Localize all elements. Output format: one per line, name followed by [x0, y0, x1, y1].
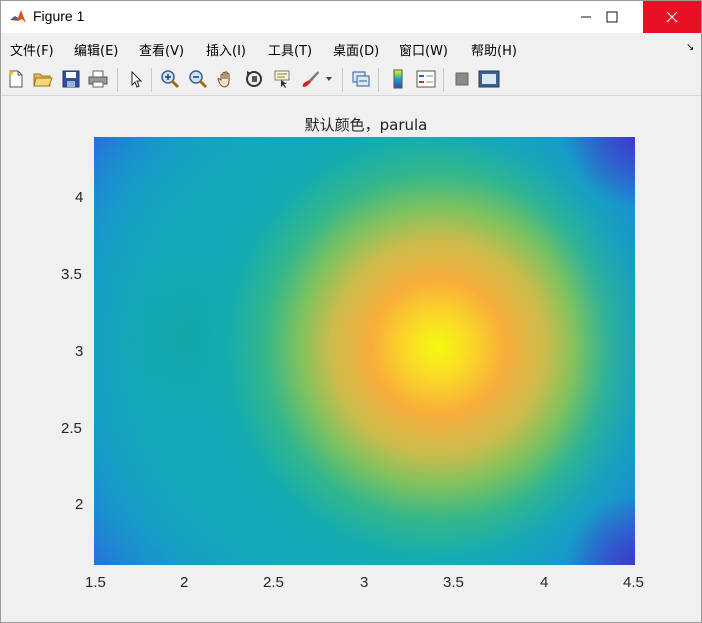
x-tick-label: 3.5 [443, 574, 464, 591]
x-tick-label: 2 [180, 574, 189, 591]
select-arrow-icon[interactable] [125, 68, 147, 90]
zoom-out-icon[interactable] [187, 68, 209, 90]
open-file-icon[interactable] [32, 68, 54, 90]
x-tick-label: 4.5 [623, 574, 644, 591]
x-tick-label: 4 [540, 574, 549, 591]
y-tick-label: 2.5 [61, 420, 82, 437]
rotate-3d-icon[interactable] [243, 68, 265, 90]
menu-desktop[interactable]: 桌面(D) [333, 40, 379, 59]
menu-help[interactable]: 帮助(H) [471, 40, 517, 59]
x-tick-label: 2.5 [263, 574, 284, 591]
figure-window: Figure 1 文件(F) 编辑(E) 查看(V) 插入(I) 工具(T) 桌… [0, 0, 702, 623]
toolbar-separator [117, 68, 118, 92]
new-figure-icon[interactable] [5, 68, 27, 90]
heatmap-svg [94, 137, 635, 565]
menu-insert[interactable]: 插入(I) [206, 40, 246, 59]
hide-plot-tools-icon[interactable] [451, 68, 473, 90]
y-tick-label: 3.5 [61, 266, 82, 283]
maximize-button[interactable] [589, 1, 635, 33]
menu-bar: 文件(F) 编辑(E) 查看(V) 插入(I) 工具(T) 桌面(D) 窗口(W… [1, 34, 701, 62]
colorbar-icon[interactable] [387, 68, 409, 90]
data-cursor-icon[interactable] [271, 68, 293, 90]
save-icon[interactable] [60, 68, 82, 90]
figure-canvas: 默认颜色，parula 4 3.5 3 2.5 2 1.5 2 2.5 3 3.… [1, 96, 701, 622]
y-tick-label: 3 [75, 343, 84, 360]
brush-dropdown-icon[interactable] [322, 68, 336, 90]
menu-tools[interactable]: 工具(T) [268, 40, 312, 59]
heatmap-surface[interactable] [94, 137, 635, 565]
toolbar-separator [443, 68, 444, 92]
close-button[interactable] [643, 1, 701, 33]
show-plot-tools-icon[interactable] [478, 68, 500, 90]
menu-overflow-icon[interactable]: ↘ [686, 42, 694, 53]
brush-icon[interactable] [299, 68, 321, 90]
print-icon[interactable] [87, 68, 109, 90]
toolbar-separator [151, 68, 152, 92]
menu-file[interactable]: 文件(F) [10, 40, 54, 59]
heatmap-corner-bottom-right [94, 137, 635, 565]
close-icon [666, 11, 678, 23]
menu-edit[interactable]: 编辑(E) [74, 40, 118, 59]
zoom-in-icon[interactable] [159, 68, 181, 90]
menu-view[interactable]: 查看(V) [139, 40, 184, 59]
toolbar [1, 63, 701, 96]
toolbar-separator [378, 68, 379, 92]
window-title: Figure 1 [33, 8, 85, 24]
y-tick-label: 4 [75, 189, 84, 206]
menu-window[interactable]: 窗口(W) [399, 40, 448, 59]
x-tick-label: 1.5 [85, 574, 106, 591]
toolbar-separator [342, 68, 343, 92]
y-tick-label: 2 [75, 496, 84, 513]
plot-title: 默认颜色，parula [304, 116, 428, 134]
x-tick-label: 3 [360, 574, 369, 591]
title-bar: Figure 1 [1, 1, 701, 33]
link-plot-icon[interactable] [350, 68, 372, 90]
matlab-logo-icon [9, 8, 27, 26]
maximize-icon [606, 11, 618, 23]
legend-icon[interactable] [415, 68, 437, 90]
pan-hand-icon[interactable] [215, 68, 237, 90]
